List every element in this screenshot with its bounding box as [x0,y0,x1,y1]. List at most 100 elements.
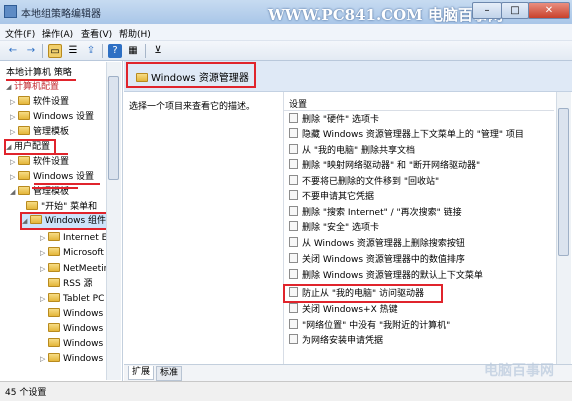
policy-label: 删除 "映射网络驱动器" 和 "断开网络驱动器" [302,161,481,171]
policy-icon [289,221,298,231]
tree-item-admin-templates[interactable]: ▷ 管理模板 [10,125,69,139]
tree-computer-config[interactable]: ◢ 计算机配置 [6,80,59,94]
tree-label: Windows [63,339,104,349]
policy-item[interactable]: 从 "我的电脑" 删除共享文档 [289,144,415,158]
tree-user-software[interactable]: ▷ 软件设置 [10,155,69,169]
minimize-button[interactable]: – [472,2,502,19]
settings-scrollbar-thumb[interactable] [558,108,569,256]
policy-item[interactable]: 删除 Windows 资源管理器的默认上下文菜单 [289,269,483,283]
tree-windows-2[interactable]: Windows [48,322,103,336]
tree-label: Microsoft [63,248,104,258]
tree-root[interactable]: 本地计算机 策略 [6,66,72,80]
tree-label: Windows [63,309,104,319]
forward-icon[interactable]: → [24,44,38,58]
expand-arrow-icon: ▷ [40,265,46,273]
menu-file[interactable]: 文件(F) [5,27,35,40]
folder-icon [48,232,60,241]
policy-item[interactable]: 关闭 Windows 资源管理器中的数值排序 [289,253,465,267]
tree-item-windows-settings[interactable]: ▷ Windows 设置 [10,110,94,124]
folder-icon [48,338,60,347]
policy-label: 从 Windows 资源管理器上删除搜索按钮 [302,239,465,249]
maximize-button[interactable]: □ [501,2,529,19]
expand-arrow-icon: ◢ [6,143,12,151]
expand-arrow-icon: ▷ [10,158,16,166]
tree-label: 软件设置 [33,157,70,167]
tree-user-windows-settings[interactable]: ▷ Windows 设置 [10,170,94,184]
policy-item[interactable]: 隐藏 Windows 资源管理器上下文菜单上的 "管理" 项目 [289,128,524,142]
tree-internet-explorer[interactable]: ▷ Internet Ex [40,231,113,245]
tree-label: Tablet PC [63,294,105,304]
policy-icon [289,287,298,297]
policy-item-selected[interactable]: 防止从 "我的电脑" 访问驱动器 [289,287,424,301]
folder-icon [18,96,30,105]
folder-icon [48,263,60,272]
expand-arrow-icon: ◢ [22,217,28,225]
policy-item[interactable]: "网络位置" 中没有 "我附近的计算机" [289,319,450,333]
policy-item[interactable]: 关闭 Windows+X 热键 [289,303,398,317]
tree-label: Windows 设置 [33,112,95,122]
tree-windows-1[interactable]: Windows [48,307,103,321]
tree-user-config[interactable]: ◢ 用户配置 [6,140,50,154]
export-icon[interactable]: ⇪ [84,44,98,58]
toolbar-separator [145,44,146,58]
tree-microsoft[interactable]: ▷ Microsoft [40,246,104,260]
menu-help[interactable]: 帮助(H) [119,27,151,40]
tree-item-software[interactable]: ▷ 软件设置 [10,95,69,109]
tree-label: Windows 设置 [33,172,95,182]
site-logo: 电脑百事网 [484,363,554,379]
policy-label: 关闭 Windows 资源管理器中的数值排序 [302,255,465,265]
folder-icon [48,278,60,287]
tree-rss-feeds[interactable]: RSS 源 [48,277,93,291]
close-button[interactable]: ✕ [528,2,570,19]
site-watermark: WWW.PC841.COM 电脑百事网 [268,6,504,24]
tree-windows-3[interactable]: Windows [48,337,103,351]
expand-arrow-icon: ▷ [10,113,16,121]
folder-icon [48,323,60,332]
policy-item[interactable]: 不要申请其它凭据 [289,190,374,204]
settings-column-header[interactable]: 设置 [289,97,307,110]
menu-view[interactable]: 查看(V) [81,27,112,40]
menu-action[interactable]: 操作(A) [42,27,73,40]
tree-netmeeting[interactable]: ▷ NetMeetin [40,262,109,276]
tree-label: RSS 源 [63,279,93,289]
policy-item[interactable]: 删除 "安全" 选项卡 [289,221,379,235]
folder-icon [18,156,30,165]
folder-icon [48,247,60,256]
details-title: Windows 资源管理器 [136,69,249,84]
folder-icon [48,293,60,302]
policy-label: 删除 Windows 资源管理器的默认上下文菜单 [302,271,483,281]
policy-icon [289,113,298,123]
policy-item[interactable]: 删除 "映射网络驱动器" 和 "断开网络驱动器" [289,159,480,173]
filter-icon[interactable]: ⊻ [151,44,165,58]
details-title-label: Windows 资源管理器 [151,73,249,84]
policy-icon [289,269,298,279]
description-text: 选择一个项目来查看它的描述。 [129,102,256,112]
help-icon[interactable]: ? [108,44,122,58]
tree-scrollbar-thumb[interactable] [108,76,119,180]
up-folder-icon[interactable]: ▭ [48,44,62,58]
tree-label: "开始" 菜单和 [41,202,98,212]
policy-icon [289,190,298,200]
policy-item[interactable]: 不要将已删除的文件移到 "回收站" [289,175,439,189]
policy-icon [289,206,298,216]
back-icon[interactable]: ← [6,44,20,58]
expand-arrow-icon: ▷ [40,234,46,242]
expand-arrow-icon: ◢ [10,188,16,196]
policy-label: 不要将已删除的文件移到 "回收站" [302,177,440,187]
policy-item[interactable]: 删除 "硬件" 选项卡 [289,113,379,127]
tree-windows-components[interactable]: ◢ Windows 组件 [22,214,107,228]
properties-view-icon[interactable]: ▦ [126,44,140,58]
policy-item[interactable]: 删除 "搜索 Internet" / "再次搜索" 链接 [289,206,462,220]
show-list-icon[interactable]: ☰ [66,44,80,58]
tab-extended[interactable]: 扩展 [128,366,155,380]
tab-standard[interactable]: 标准 [156,366,183,381]
expand-arrow-icon: ◢ [6,83,12,91]
folder-icon [26,201,38,210]
policy-item[interactable]: 从 Windows 资源管理器上删除搜索按钮 [289,237,465,251]
tree-tablet-pc[interactable]: ▷ Tablet PC [40,292,104,306]
tree-windows-4[interactable]: ▷ Windows [40,352,103,366]
policy-label: 删除 "安全" 选项卡 [302,223,380,233]
policy-item[interactable]: 为网络安装申请凭据 [289,334,383,348]
status-text: 45 个设置 [5,388,47,398]
tree-label: 用户配置 [14,142,51,152]
